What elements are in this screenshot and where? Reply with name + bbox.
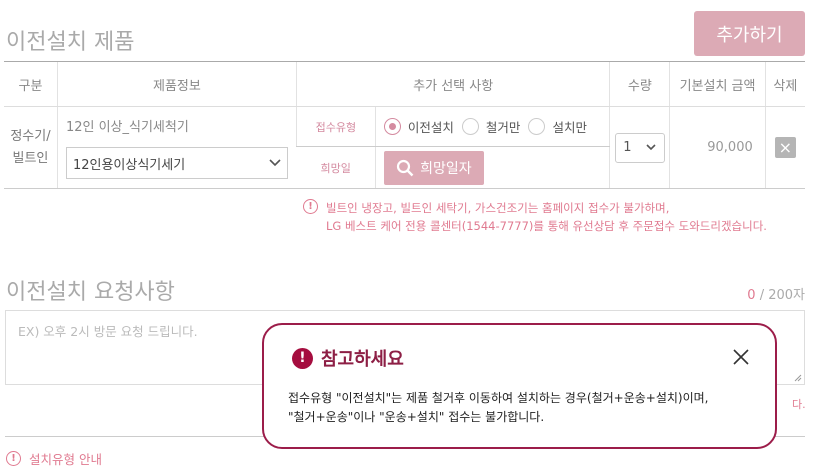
modal-title: ! 참고하세요 <box>292 345 404 371</box>
table-row: 정수기/ 빌트인 12인 이상_식기세척기 12인용이상식기세기 접수유형 이전… <box>4 106 805 189</box>
header-options: 추가 선택 사항 <box>295 61 610 107</box>
chevron-down-icon <box>269 159 281 167</box>
product-table: 구분 제품정보 추가 선택 사항 수량 기본설치 금액 삭제 정수기/ 빌트인 … <box>4 61 805 189</box>
radio-move-install-label: 이전설치 <box>407 120 454 135</box>
category-line1: 정수기/ <box>10 128 51 144</box>
section-title-request: 이전설치 요청사항 <box>6 280 175 305</box>
desired-date-label: 희망일 <box>296 146 376 189</box>
char-counter-max: / 200자 <box>755 288 805 303</box>
desired-date-button[interactable]: 희망일자 <box>383 150 484 185</box>
header-quantity: 수량 <box>609 61 670 107</box>
quantity-cell: 1 <box>609 106 670 189</box>
desired-date-button-label: 희망일자 <box>420 160 472 177</box>
price-cell: 90,000 <box>669 106 766 189</box>
header-price: 기본설치 금액 <box>669 61 766 107</box>
notice-modal: ! 참고하세요 접수유형 "이전설치"는 제품 철거후 이동하여 설치하는 경우… <box>262 323 777 449</box>
radio-move-install[interactable] <box>383 118 401 135</box>
chevron-down-icon <box>646 144 657 151</box>
receipt-type-options: 이전설치 철거만 설치만 <box>374 106 610 147</box>
modal-title-text: 참고하세요 <box>321 349 404 370</box>
resize-handle-icon[interactable] <box>794 374 802 382</box>
table-header-row: 구분 제품정보 추가 선택 사항 수량 기본설치 금액 삭제 <box>4 61 805 107</box>
alert-icon: ! <box>292 347 313 369</box>
modal-line1: 접수유형 "이전설치"는 제품 철거후 이동하여 설치하는 경우(철거+운송+설… <box>288 391 709 405</box>
delete-button[interactable]: × <box>774 137 796 158</box>
warning-icon: ! <box>303 199 318 214</box>
notice-line2: LG 베스트 케어 전용 콜센터(1544-7777)를 통해 유선상담 후 주… <box>326 219 767 233</box>
close-icon: × <box>778 138 793 157</box>
header-product-info: 제품정보 <box>56 61 297 107</box>
header-delete: 삭제 <box>764 61 805 107</box>
notice-line1: 빌트인 냉장고, 빌트인 세탁기, 가스건조기는 홈페이지 접수가 불가하며, <box>326 201 670 215</box>
product-name: 12인 이상_식기세척기 <box>65 120 189 135</box>
modal-body: 접수유형 "이전설치"는 제품 철거후 이동하여 설치하는 경우(철거+운송+설… <box>288 389 709 427</box>
desired-date-cell: 희망일자 <box>374 146 610 189</box>
radio-remove-only[interactable] <box>461 118 479 135</box>
search-icon <box>397 159 414 176</box>
warning-icon: ! <box>6 451 21 466</box>
add-product-button[interactable]: 추가하기 <box>694 11 805 56</box>
section-title-products: 이전설치 제품 <box>6 30 135 55</box>
modal-line2: "철거+운송"이나 "운송+설치" 접수는 불가합니다. <box>288 410 545 424</box>
install-guide-label: 설치유형 안내 <box>29 452 102 466</box>
receipt-type-label: 접수유형 <box>295 106 376 147</box>
radio-install-only[interactable] <box>528 118 546 135</box>
product-select-value: 12인용이상식기세기 <box>72 157 186 173</box>
install-guide-link[interactable]: ! 설치유형 안내 <box>6 449 102 466</box>
char-counter: 0 / 200자 <box>747 284 805 303</box>
trailing-text: 다. <box>792 398 806 411</box>
quantity-select[interactable]: 1 <box>614 132 665 163</box>
quantity-value: 1 <box>623 140 632 155</box>
radio-install-only-label: 설치만 <box>552 120 587 135</box>
header-category: 구분 <box>4 61 58 107</box>
char-counter-current: 0 <box>747 288 756 303</box>
product-info-cell: 12인 이상_식기세척기 12인용이상식기세기 <box>56 106 297 189</box>
close-icon[interactable] <box>730 346 752 368</box>
request-placeholder: EX) 오후 2시 방문 요청 드립니다. <box>18 324 198 339</box>
product-select[interactable]: 12인용이상식기세기 <box>65 147 288 179</box>
builtin-notice: ! 빌트인 냉장고, 빌트인 세탁기, 가스건조기는 홈페이지 접수가 불가하며… <box>303 199 767 235</box>
radio-remove-only-label: 철거만 <box>485 120 521 135</box>
category-line2: 빌트인 <box>12 150 49 166</box>
category-cell: 정수기/ 빌트인 <box>4 106 58 189</box>
delete-cell: × <box>764 106 805 189</box>
